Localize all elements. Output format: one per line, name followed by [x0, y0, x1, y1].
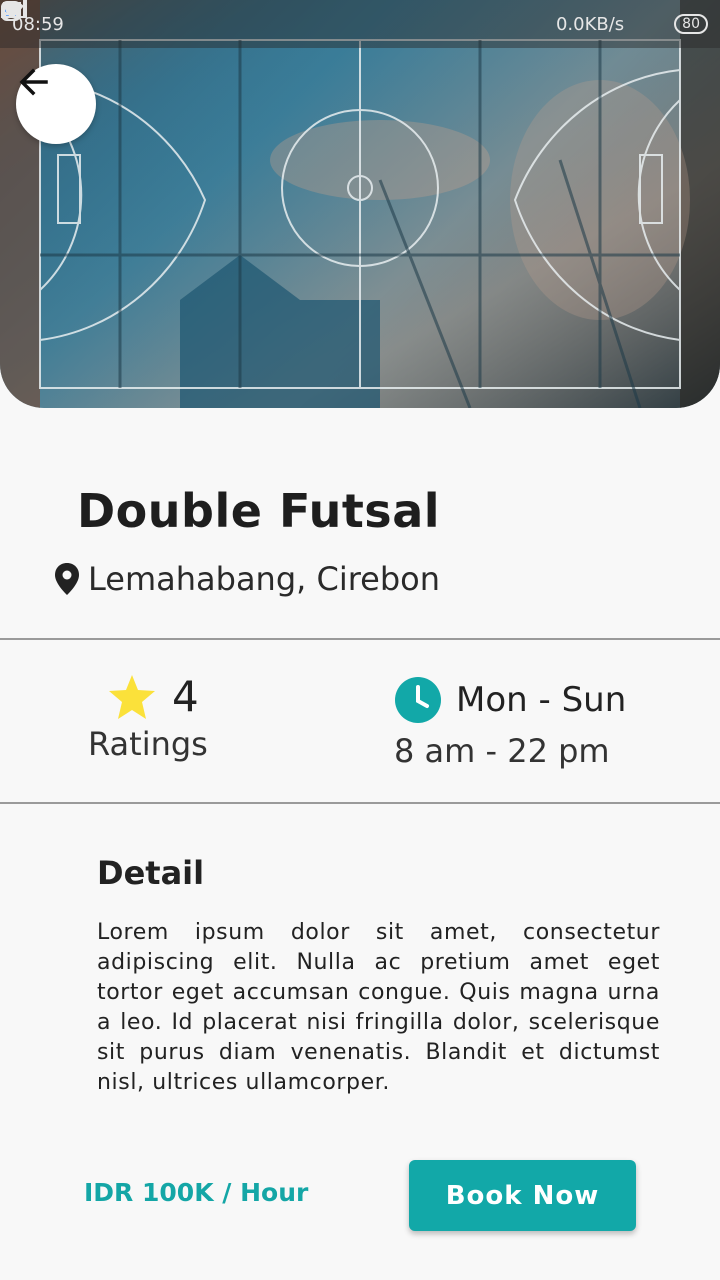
battery-indicator: 80 — [674, 14, 708, 34]
clock-icon — [395, 677, 441, 723]
hours-block: Mon - Sun 8 am - 22 pm — [394, 676, 684, 770]
map-pin-icon — [55, 563, 79, 595]
divider-bottom — [0, 802, 720, 804]
back-button[interactable] — [16, 64, 96, 144]
arrow-left-icon — [19, 68, 48, 96]
venue-location: Lemahabang, Cirebon — [54, 560, 440, 598]
divider-top — [0, 638, 720, 640]
detail-description: Lorem ipsum dolor sit amet, consectetur … — [97, 920, 660, 1095]
book-now-button[interactable]: Book Now — [409, 1160, 636, 1231]
star-icon — [109, 674, 155, 719]
hours-days: Mon - Sun — [456, 680, 627, 720]
location-label: Lemahabang, Cirebon — [88, 560, 441, 598]
rating-value: 4 — [172, 672, 199, 721]
detail-heading: Detail — [97, 854, 205, 892]
venue-title: Double Futsal — [77, 484, 440, 538]
rating-block: 4 Ratings — [88, 672, 248, 763]
futsal-court-illustration — [0, 0, 720, 408]
network-speed: 0.0KB/s — [555, 13, 625, 35]
hours-time: 8 am - 22 pm — [394, 732, 610, 770]
rating-label: Ratings — [88, 725, 208, 763]
status-bar: 08:59 0.0KB/s 80 — [0, 0, 720, 48]
hero-image: 08:59 0.0KB/s 80 — [0, 0, 720, 408]
price-label: IDR 100K / Hour — [84, 1178, 309, 1207]
